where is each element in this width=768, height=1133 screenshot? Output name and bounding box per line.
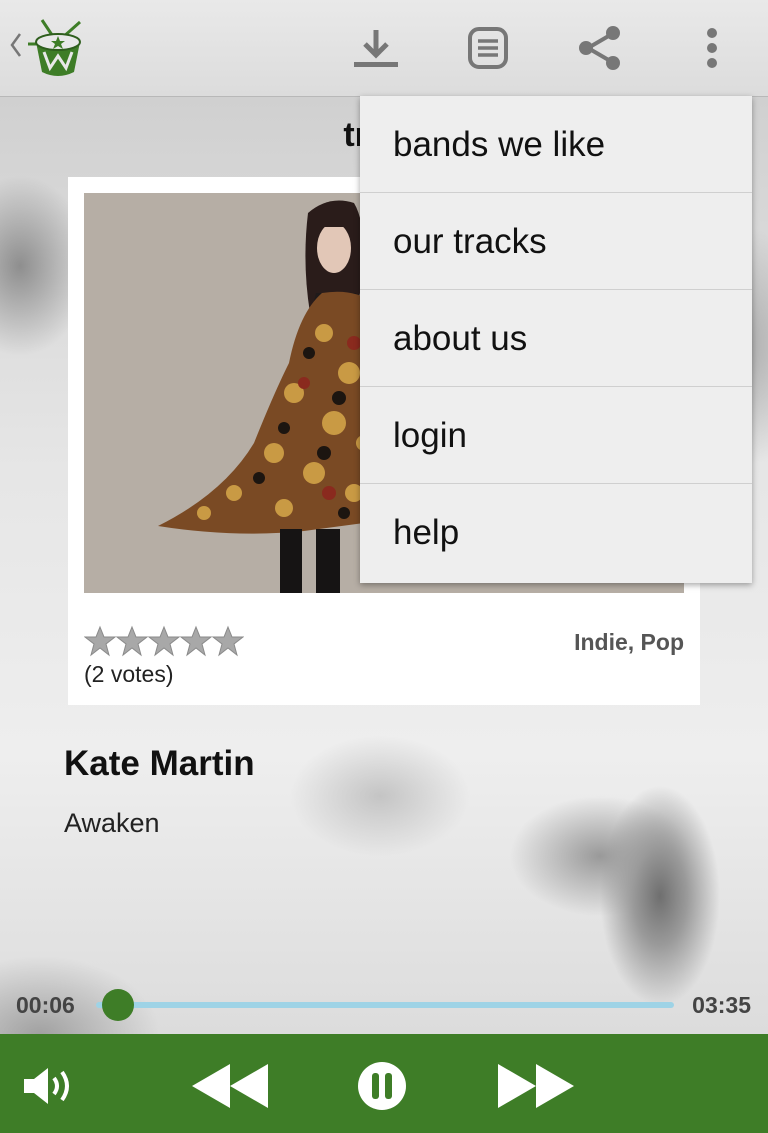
star-icon[interactable] [84, 625, 116, 657]
rating-stars[interactable] [84, 625, 244, 659]
menu-item-help[interactable]: help [360, 484, 752, 581]
menu-item-our-tracks[interactable]: our tracks [360, 193, 752, 290]
votes-count: (2 votes) [84, 661, 174, 687]
player-controls [0, 1034, 768, 1133]
app-logo-icon[interactable] [26, 16, 86, 80]
download-icon[interactable] [352, 24, 400, 72]
action-bar [0, 0, 768, 97]
menu-item-about-us[interactable]: about us [360, 290, 752, 387]
star-icon[interactable] [148, 625, 180, 657]
pause-icon[interactable] [356, 1060, 408, 1112]
fast-forward-icon[interactable] [496, 1060, 576, 1112]
total-duration: 03:35 [692, 992, 751, 1018]
rewind-icon[interactable] [190, 1060, 270, 1112]
overflow-menu-icon[interactable] [688, 24, 736, 72]
track-title: Awaken [64, 808, 160, 838]
genre-tags: Indie, Pop [574, 629, 684, 655]
overflow-menu: bands we like our tracks about us login … [360, 96, 752, 583]
artist-name: Kate Martin [64, 744, 255, 783]
up-caret-icon[interactable] [8, 30, 24, 60]
star-icon[interactable] [212, 625, 244, 657]
star-icon[interactable] [116, 625, 148, 657]
star-icon[interactable] [180, 625, 212, 657]
menu-item-login[interactable]: login [360, 387, 752, 484]
progress-track[interactable] [96, 1002, 674, 1008]
menu-item-bands-we-like[interactable]: bands we like [360, 96, 752, 193]
elapsed-time: 00:06 [16, 992, 75, 1018]
volume-icon[interactable] [22, 1066, 74, 1106]
share-icon[interactable] [576, 24, 624, 72]
lyrics-icon[interactable] [464, 24, 512, 72]
